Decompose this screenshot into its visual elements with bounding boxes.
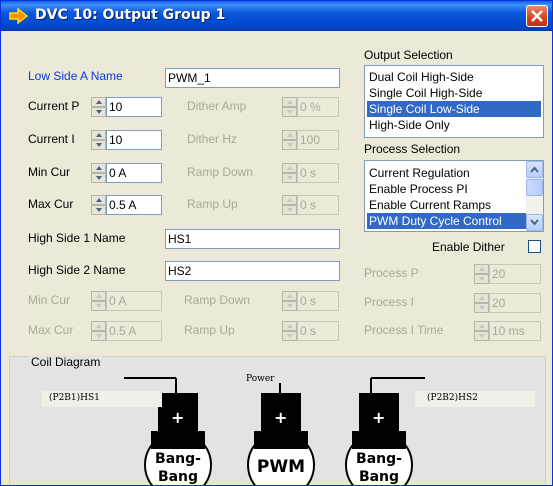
hs-min-cur-label: Min Cur xyxy=(28,293,71,307)
dialog-window: DVC 10: Output Group 1 Low Side A Name P… xyxy=(0,0,553,486)
max-cur-label: Max Cur xyxy=(28,197,74,211)
hs-ramp-down-spinner xyxy=(282,291,297,311)
output-selection-list[interactable]: Dual Coil High-Side Single Coil High-Sid… xyxy=(364,65,544,138)
hs-ramp-up-label: Ramp Up xyxy=(184,323,235,337)
ramp-down-input: 0 s xyxy=(297,163,339,183)
max-cur-input[interactable]: 0.5 A xyxy=(106,195,162,215)
plus-icon: + xyxy=(274,408,288,427)
process-p-label: Process P xyxy=(364,266,419,280)
process-option[interactable]: Enable Current Ramps xyxy=(367,197,526,213)
enable-dither-checkbox[interactable] xyxy=(528,240,541,253)
process-i-time-input: 10 ms xyxy=(489,321,541,341)
arrow-icon xyxy=(9,7,29,25)
chevron-down-icon xyxy=(530,219,539,226)
hs-max-cur-input: 0.5 A xyxy=(106,321,162,341)
process-list-scrollbar[interactable] xyxy=(526,161,543,231)
process-p-input: 20 xyxy=(489,264,541,284)
hs-ramp-up-input: 0 s xyxy=(297,321,339,341)
process-option-selected[interactable]: PWM Duty Cycle Control xyxy=(367,213,526,229)
coil-3-label-line2: Bang xyxy=(358,469,400,485)
coil-1-label-line2: Bang xyxy=(157,469,199,485)
ramp-up-spinner xyxy=(282,195,297,215)
dither-hz-input: 100 xyxy=(297,130,339,150)
right-tag-label: (P2B2)HS2 xyxy=(427,393,478,403)
process-i-label: Process I xyxy=(364,295,415,309)
process-option[interactable]: Current Regulation xyxy=(367,165,526,181)
right-tag-box: (P2B2)HS2 xyxy=(415,391,535,407)
hs-ramp-down-label: Ramp Down xyxy=(184,293,251,307)
high-side-2-name-input[interactable]: HS2 xyxy=(165,261,340,281)
output-option-selected[interactable]: Single Coil Low-Side xyxy=(367,101,541,117)
plus-icon: + xyxy=(372,408,386,427)
hs-max-cur-label: Max Cur xyxy=(28,323,74,337)
high-side-1-name-input[interactable]: HS1 xyxy=(165,229,340,249)
left-tag-box: (P2B1)HS1 xyxy=(42,391,162,407)
coil-diagram-group: Coil Diagram (P2B1)HS1 (P2B2)HS2 Power +… xyxy=(9,355,546,485)
hs-ramp-up-spinner xyxy=(282,321,297,341)
plus-icon: + xyxy=(171,408,185,427)
hs-min-cur-spinner xyxy=(91,291,106,311)
title-bar[interactable]: DVC 10: Output Group 1 xyxy=(1,1,552,31)
current-i-spinner[interactable] xyxy=(91,130,106,150)
process-selection-list[interactable]: Current Regulation Enable Process PI Ena… xyxy=(364,160,544,232)
coil-1-label-line1: Bang- xyxy=(155,451,201,467)
min-cur-spinner[interactable] xyxy=(91,163,106,183)
coil-2-label: PWM xyxy=(256,457,306,477)
enable-dither-label: Enable Dither xyxy=(432,240,505,254)
process-selection-label: Process Selection xyxy=(364,142,461,156)
power-label: Power xyxy=(246,374,275,384)
high-side-1-label: High Side 1 Name xyxy=(28,231,126,245)
dither-amp-label: Dither Amp xyxy=(187,99,247,113)
output-option[interactable]: High-Side Only xyxy=(367,117,541,133)
low-side-a-label: Low Side A Name xyxy=(28,69,123,83)
chevron-up-icon xyxy=(530,166,539,173)
output-option[interactable]: Dual Coil High-Side xyxy=(367,69,541,85)
current-p-spinner[interactable] xyxy=(91,97,106,117)
dither-hz-spinner xyxy=(282,130,297,150)
output-selection-label: Output Selection xyxy=(364,48,453,62)
window-title: DVC 10: Output Group 1 xyxy=(35,7,226,23)
close-icon xyxy=(531,10,543,22)
dither-amp-spinner xyxy=(282,97,297,117)
current-i-label: Current I xyxy=(28,132,75,146)
dither-hz-label: Dither Hz xyxy=(187,132,238,146)
process-i-time-label: Process I Time xyxy=(364,323,444,337)
close-button[interactable] xyxy=(526,5,548,27)
current-p-input[interactable]: 10 xyxy=(106,97,162,117)
hs-ramp-down-input: 0 s xyxy=(297,291,339,311)
process-i-input: 20 xyxy=(489,293,541,313)
coil-3-label-line1: Bang- xyxy=(356,451,402,467)
hs-min-cur-input: 0 A xyxy=(106,291,162,311)
min-cur-label: Min Cur xyxy=(28,165,71,179)
process-option[interactable]: Enable Process PI xyxy=(367,181,526,197)
process-p-spinner xyxy=(474,264,489,284)
min-cur-input[interactable]: 0 A xyxy=(106,163,162,183)
max-cur-spinner[interactable] xyxy=(91,195,106,215)
ramp-down-spinner xyxy=(282,163,297,183)
ramp-down-label: Ramp Down xyxy=(187,165,254,179)
process-i-spinner xyxy=(474,293,489,313)
hs-max-cur-spinner xyxy=(91,321,106,341)
output-option[interactable]: Single Coil High-Side xyxy=(367,85,541,101)
current-p-label: Current P xyxy=(28,99,80,113)
current-i-input[interactable]: 10 xyxy=(106,130,162,150)
scroll-thumb[interactable] xyxy=(526,179,543,196)
low-side-a-name-input[interactable]: PWM_1 xyxy=(165,68,340,88)
scroll-down-button[interactable] xyxy=(526,214,543,231)
high-side-2-label: High Side 2 Name xyxy=(28,263,126,277)
ramp-up-input: 0 s xyxy=(297,195,339,215)
process-i-time-spinner xyxy=(474,321,489,341)
ramp-up-label: Ramp Up xyxy=(187,197,238,211)
scroll-up-button[interactable] xyxy=(526,161,543,178)
left-tag-label: (P2B1)HS1 xyxy=(49,393,100,403)
dither-amp-input: 0 % xyxy=(297,97,339,117)
